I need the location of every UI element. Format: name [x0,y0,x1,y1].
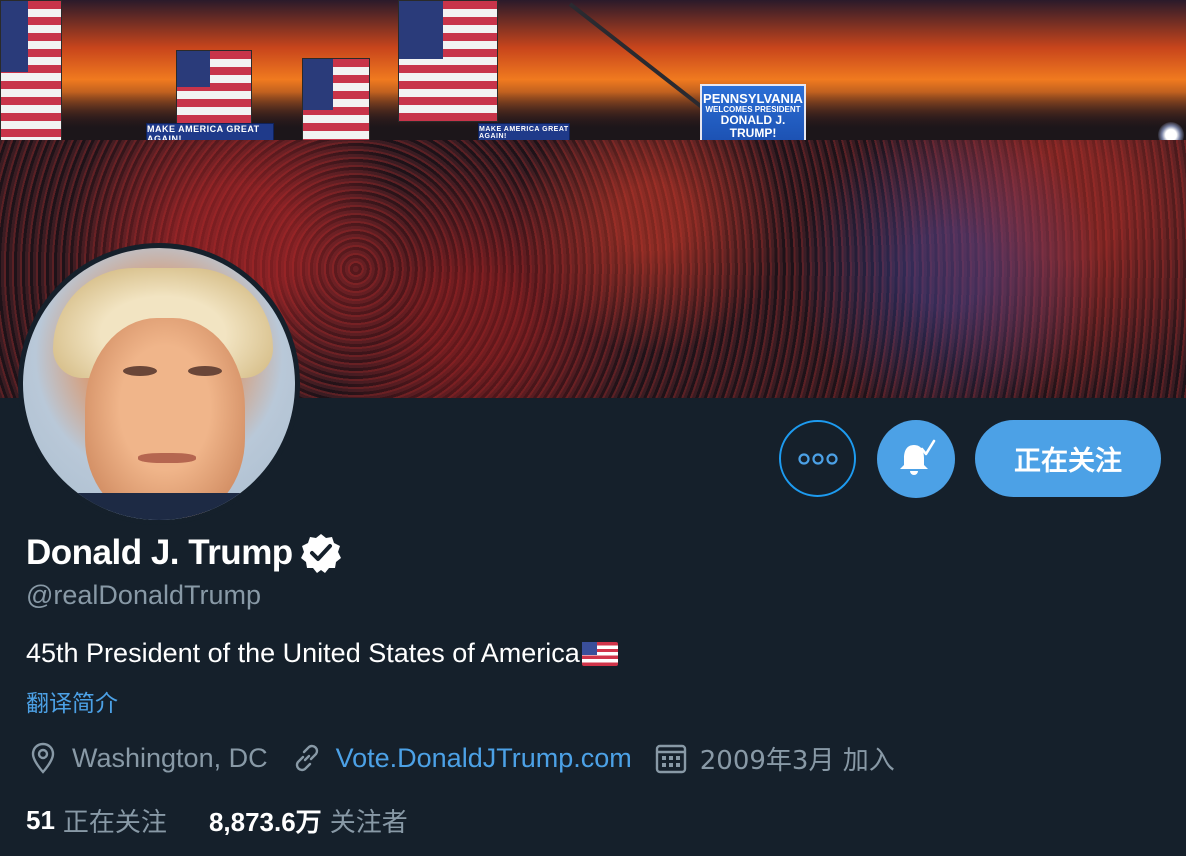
notification-bell-button[interactable] [877,420,955,498]
profile-handle: @realDonaldTrump [26,580,261,610]
verified-badge-icon [300,534,341,573]
banner-flag-left [0,0,62,150]
banner-screen: PENNSYLVANIA WELCOMES PRESIDENT DONALD J… [700,84,806,148]
screen-line-1: PENNSYLVANIA [703,91,803,107]
screen-line-3: DONALD J. TRUMP! [720,113,786,141]
us-flag-emoji-icon [581,641,618,666]
following-count: 51 [26,804,55,835]
avatar-eye-left [123,366,157,376]
calendar-icon [655,744,686,774]
followers-stat-link[interactable]: 8,873.6万 关注者 [209,802,408,839]
translate-bio-link[interactable]: 翻译简介 [26,684,118,718]
following-label: 正在关注 [62,807,167,838]
avatar-face [85,318,245,518]
followers-label: 关注者 [329,807,408,838]
profile-stats-row: 51 正在关注 8,873.6万 关注者 [26,800,408,840]
joined-text: 2009年3月 加入 [699,745,895,776]
avatar-eye-right [188,366,222,376]
avatar-mouth [138,453,196,463]
website-link[interactable]: Vote.DonaldJTrump.com [336,743,632,774]
bell-notification-icon [900,439,936,475]
banner-flag-3 [398,0,498,122]
location-item: Washington, DC [26,741,268,775]
more-options-button[interactable] [779,420,856,497]
joined-item: 2009年3月 加入 [654,740,895,777]
following-stat-link[interactable]: 51 正在关注 [26,802,167,839]
following-button[interactable]: 正在关注 [975,420,1161,497]
profile-avatar[interactable] [18,243,300,525]
followers-count: 8,873.6万 [208,806,322,837]
profile-name-row: Donald J. Trump [26,530,343,576]
bio-text: 45th President of the United States of A… [26,638,580,668]
profile-bio: 45th President of the United States of A… [26,638,618,669]
location-text: Washington, DC [72,742,268,773]
link-icon [295,744,318,772]
profile-meta-row: Washington, DC Vote.DonaldJTrump.com 200… [26,738,895,778]
avatar-suit [23,493,295,520]
website-item: Vote.DonaldJTrump.com [290,741,632,775]
profile-name: Donald J. Trump [26,533,293,572]
banner-flag-1 [176,50,252,128]
more-dots-icon [797,452,838,465]
location-pin-icon [31,742,55,774]
